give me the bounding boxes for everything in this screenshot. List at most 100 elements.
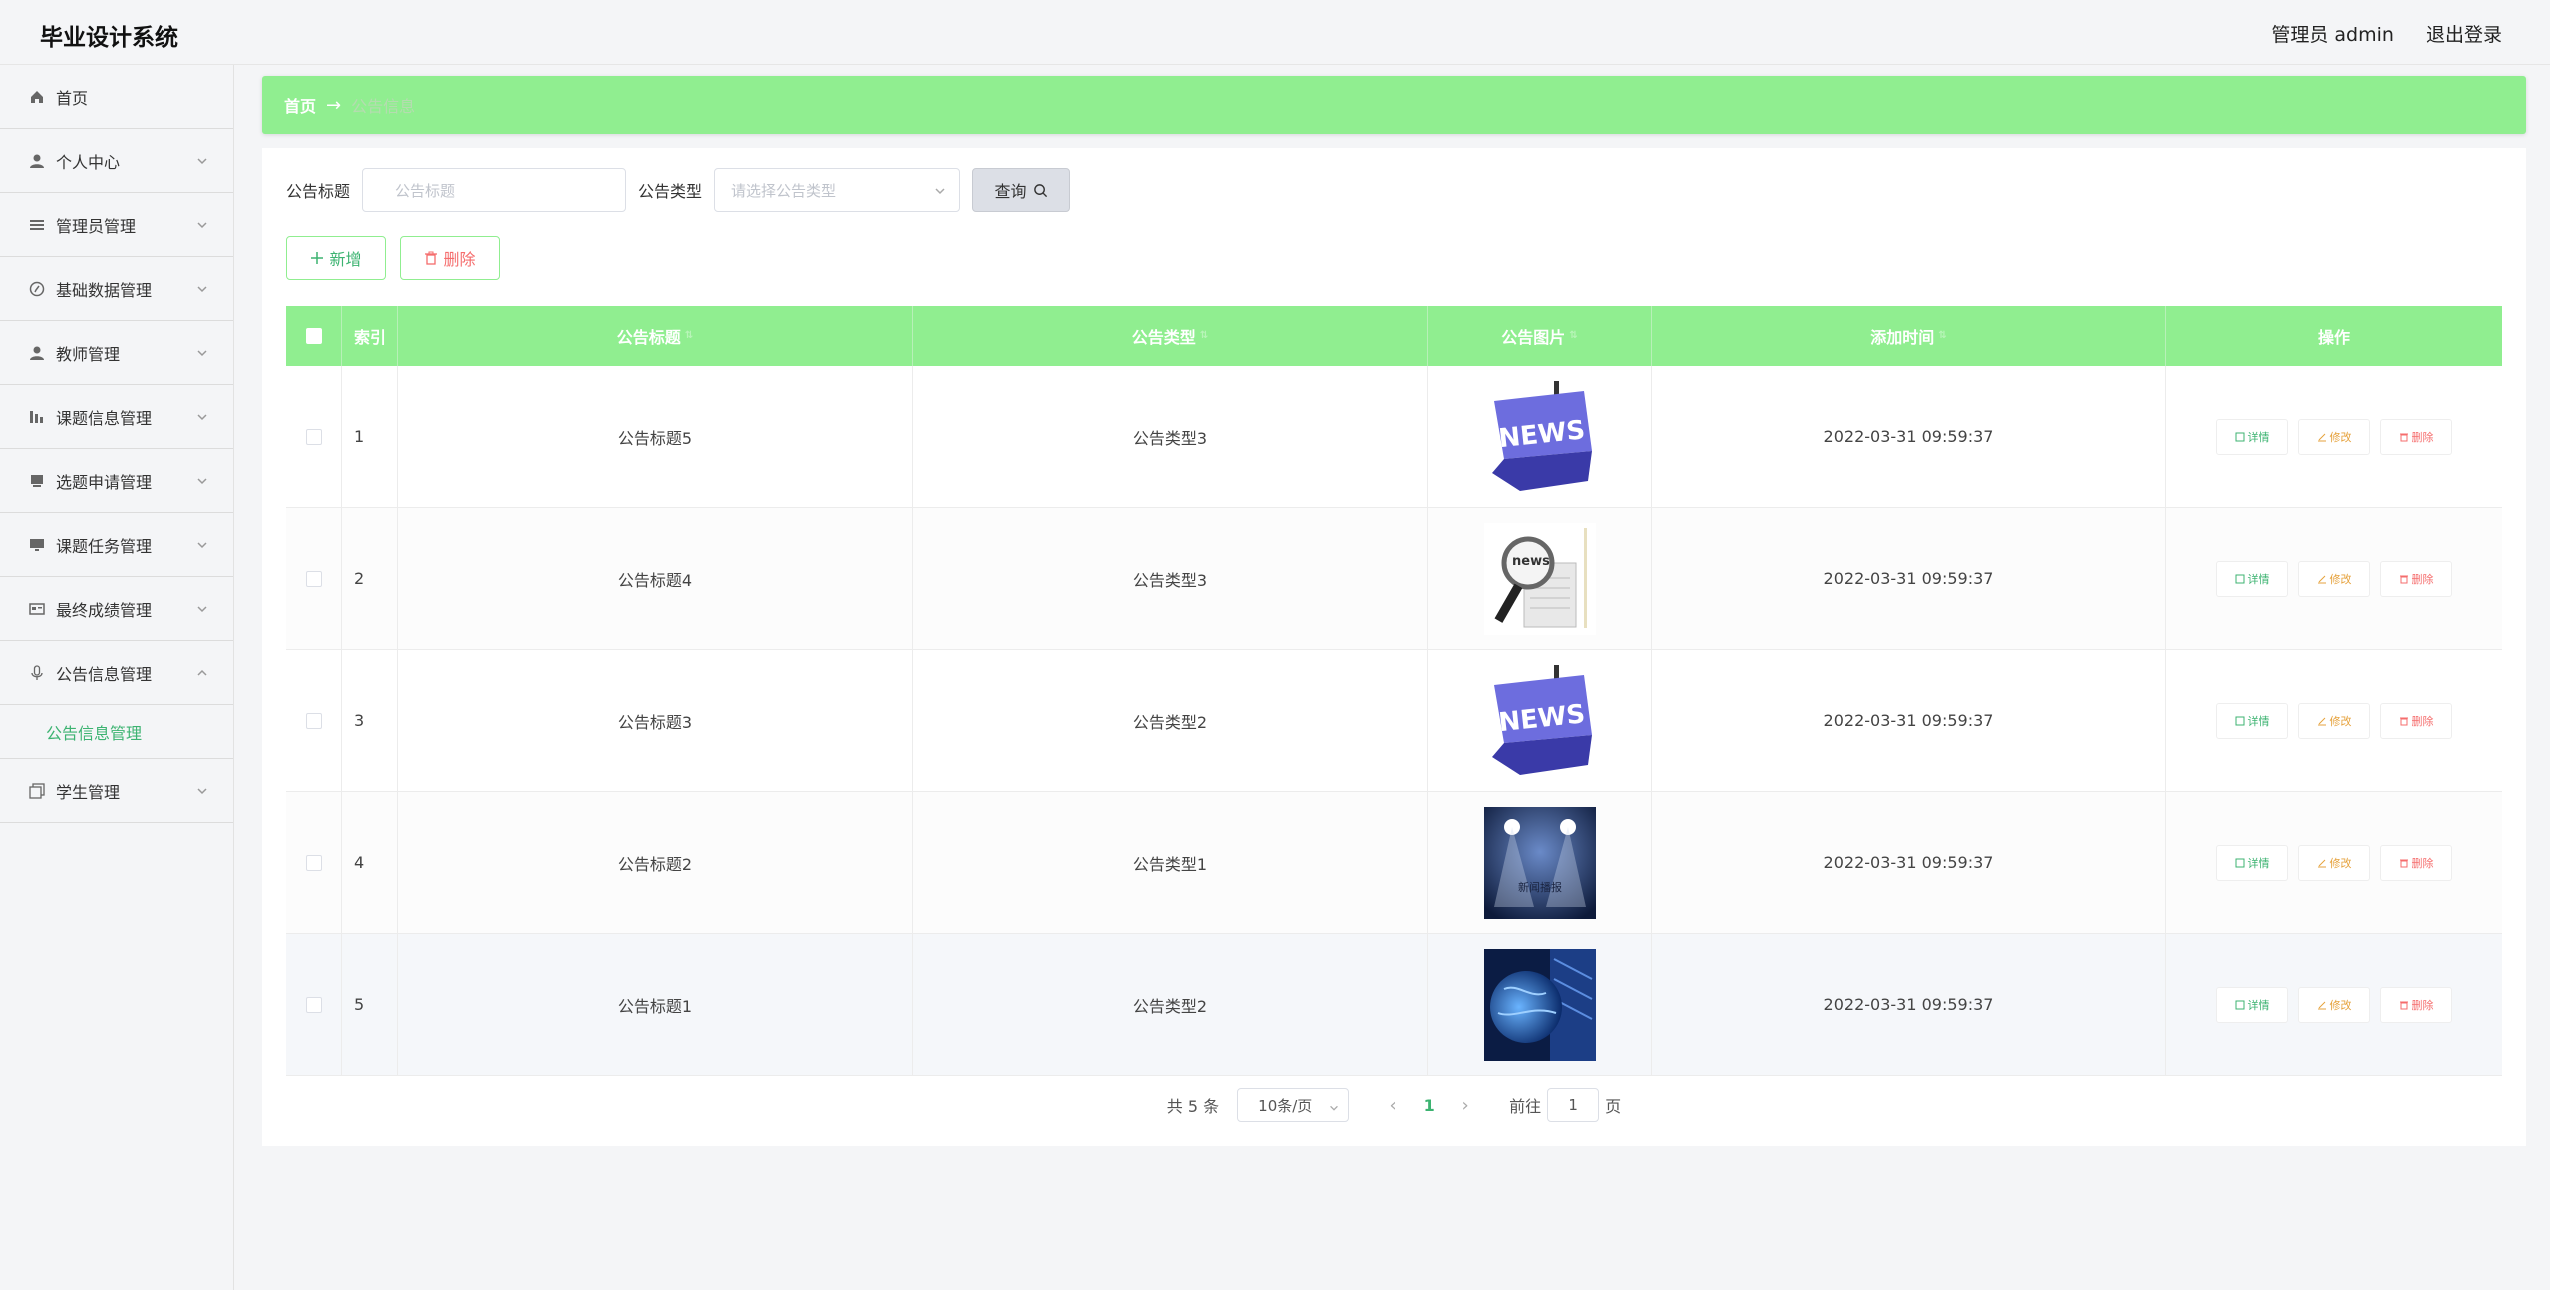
edit-button[interactable]: 修改 (2298, 844, 2370, 881)
view-button[interactable]: 详情 (2216, 986, 2288, 1023)
sort-icon[interactable]: ⇅ (685, 331, 693, 341)
edit-button[interactable]: 修改 (2298, 986, 2370, 1023)
sidebar-item-tasks[interactable]: 课题任务管理 (0, 513, 233, 577)
header-select-all[interactable] (286, 306, 342, 366)
table-row: 5 公告标题1 公告类型2 2022-03-31 09:59:37 详情 修改 … (286, 934, 2502, 1076)
row-actions: 详情 修改 删除 (2166, 650, 2502, 791)
row-title: 公告标题5 (398, 366, 913, 507)
table-row: 1 公告标题5 公告类型3 NEWS 2022-03-31 09:59:37 详… (286, 366, 2502, 508)
sidebar-item-label: 管理员管理 (56, 216, 137, 236)
sort-icon[interactable]: ⇅ (1200, 331, 1208, 341)
delete-button[interactable]: 删除 (2380, 560, 2452, 597)
edit-button[interactable]: 修改 (2298, 702, 2370, 739)
submenu-item-notice-management[interactable]: 公告信息管理 (0, 705, 233, 759)
delete-button[interactable]: 删除 (2380, 702, 2452, 739)
select-all-checkbox[interactable] (305, 328, 322, 344)
row-index: 1 (342, 366, 398, 507)
add-button-label: 新增 (329, 250, 362, 269)
user-icon (28, 152, 46, 170)
sidebar-item-notices[interactable]: 公告信息管理 (0, 641, 233, 705)
sidebar-item-admins[interactable]: 管理员管理 (0, 193, 233, 257)
edit-button[interactable]: 修改 (2298, 418, 2370, 455)
header-type[interactable]: 公告类型 ⇅ (913, 306, 1428, 366)
sort-icon[interactable]: ⇅ (1938, 331, 1946, 341)
query-button[interactable]: 查询 (972, 168, 1071, 212)
news-key-image[interactable]: NEWS (1483, 664, 1596, 777)
chevron-down-icon (195, 409, 209, 423)
header-time[interactable]: 添加时间 ⇅ (1652, 306, 2166, 366)
row-type: 公告类型2 (913, 934, 1428, 1075)
sidebar-item-profile[interactable]: 个人中心 (0, 129, 233, 193)
chevron-down-icon (195, 345, 209, 359)
batch-delete-button[interactable]: 删除 (400, 236, 500, 280)
sidebar-item-topics[interactable]: 课题信息管理 (0, 385, 233, 449)
header-title[interactable]: 公告标题 ⇅ (398, 306, 913, 366)
copy-icon (28, 782, 46, 800)
edit-icon (2317, 1001, 2326, 1009)
delete-button[interactable]: 删除 (2380, 986, 2452, 1023)
row-checkbox[interactable] (305, 712, 322, 729)
view-button[interactable]: 详情 (2216, 418, 2288, 455)
trash-icon (2399, 717, 2408, 725)
sidebar-item-teachers[interactable]: 教师管理 (0, 321, 233, 385)
user-role: 管理员 (2271, 24, 2329, 46)
row-index: 3 (342, 650, 398, 791)
row-actions: 详情 修改 删除 (2166, 366, 2502, 507)
sort-icon[interactable]: ⇅ (1569, 331, 1577, 341)
row-index: 2 (342, 508, 398, 649)
page-size-select[interactable]: 10条/页 (1237, 1088, 1350, 1122)
globe-news-image[interactable] (1483, 948, 1596, 1061)
type-select[interactable]: 请选择公告类型 (714, 168, 961, 212)
prev-page-button[interactable]: ‹ (1377, 1095, 1409, 1116)
sidebar-item-label: 公告信息管理 (56, 664, 153, 684)
sidebar-item-applications[interactable]: 选题申请管理 (0, 449, 233, 513)
delete-button[interactable]: 删除 (2380, 418, 2452, 455)
row-image-cell: news (1428, 508, 1652, 649)
sidebar-item-grades[interactable]: 最终成绩管理 (0, 577, 233, 641)
title-search-input[interactable]: 公告标题 (362, 168, 627, 212)
delete-button[interactable]: 删除 (2380, 844, 2452, 881)
chevron-down-icon (195, 217, 209, 231)
page-size-value: 10条/页 (1258, 1096, 1313, 1115)
add-button[interactable]: 新增 (286, 236, 386, 280)
list-icon (28, 216, 46, 234)
magnifier-news-image[interactable]: news (1483, 522, 1596, 635)
edit-button[interactable]: 修改 (2298, 560, 2370, 597)
row-checkbox-cell (286, 934, 342, 1075)
goto-page-input[interactable]: 1 (1547, 1088, 1600, 1122)
view-button[interactable]: 详情 (2216, 844, 2288, 881)
header-image[interactable]: 公告图片 ⇅ (1428, 306, 1652, 366)
user-icon (28, 344, 46, 362)
goto-page-value: 1 (1568, 1096, 1578, 1114)
stage-lights-image[interactable]: 新闻播报 (1483, 806, 1596, 919)
sidebar-item-students[interactable]: 学生管理 (0, 759, 233, 823)
logout-link[interactable]: 退出登录 (2426, 24, 2502, 46)
row-actions: 详情 修改 删除 (2166, 934, 2502, 1075)
view-button[interactable]: 详情 (2216, 702, 2288, 739)
view-button-label: 详情 (2247, 714, 2270, 728)
row-time: 2022-03-31 09:59:37 (1652, 792, 2166, 933)
row-checkbox[interactable] (305, 996, 322, 1013)
notice-table: 索引 公告标题 ⇅ 公告类型 ⇅ 公告图片 ⇅ 添加时间 ⇅ 操作 1 公告标题5 公告… (286, 306, 2502, 1076)
edit-icon (2317, 575, 2326, 583)
document-icon (2235, 574, 2244, 583)
row-checkbox[interactable] (305, 570, 322, 587)
sidebar-item-label: 基础数据管理 (56, 280, 153, 300)
sidebar-item-basic-data[interactable]: 基础数据管理 (0, 257, 233, 321)
sidebar-item-label: 最终成绩管理 (56, 600, 153, 620)
breadcrumb-home-link[interactable]: 首页 (284, 93, 316, 117)
next-page-button[interactable]: › (1449, 1095, 1481, 1116)
header-ops: 操作 (2166, 306, 2502, 366)
row-title: 公告标题4 (398, 508, 913, 649)
view-button[interactable]: 详情 (2216, 560, 2288, 597)
page-number-current[interactable]: 1 (1409, 1096, 1449, 1115)
row-type: 公告类型3 (913, 366, 1428, 507)
row-checkbox[interactable] (305, 428, 322, 445)
home-icon (28, 88, 46, 106)
delete-button-label: 删除 (2411, 856, 2434, 870)
row-time: 2022-03-31 09:59:37 (1652, 934, 2166, 1075)
sidebar: 首页 个人中心 管理员管理 基础数据管理 教师管理 课题信息管理 选题申请管理 … (0, 65, 234, 1290)
sidebar-item-home[interactable]: 首页 (0, 65, 233, 129)
row-checkbox[interactable] (305, 854, 322, 871)
news-key-image[interactable]: NEWS (1483, 380, 1596, 493)
